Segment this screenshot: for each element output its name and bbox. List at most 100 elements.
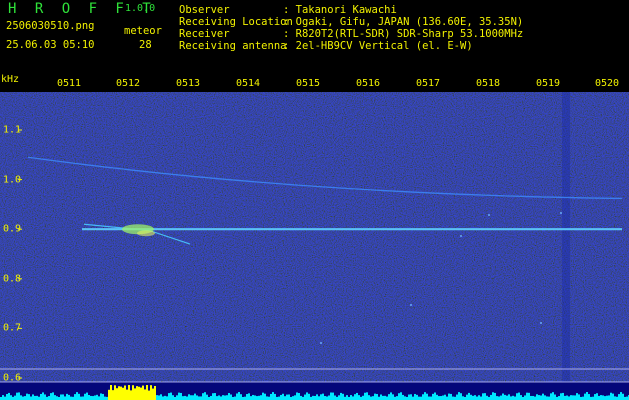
level-bar [340,392,342,400]
level-bar [26,393,28,400]
level-bar [520,395,522,400]
level-bar [120,386,122,400]
freq-tick: 1.1 [3,124,22,136]
level-bar [550,393,552,400]
level-bar [14,395,16,400]
level-bar [552,392,554,400]
level-bar [500,395,502,400]
level-bar [314,395,316,400]
level-bar [612,393,614,400]
level-bar [460,393,462,400]
level-bar [496,396,498,400]
level-bar [414,393,416,400]
level-bar [554,394,556,400]
level-bar [384,395,386,400]
level-bar [308,393,310,400]
interference-stripe [562,92,570,382]
level-bar [240,394,242,400]
level-bar [540,395,542,400]
level-bar [452,396,454,400]
level-bar [124,385,126,400]
level-bar [388,394,390,400]
level-bar [262,392,264,400]
level-bar [304,394,306,400]
level-bar [626,396,628,400]
level-bar [178,392,180,400]
level-bar [20,395,22,400]
time-tick: 0515 [295,78,321,89]
level-bar [86,392,88,400]
freq-tick: 0.8 [3,273,22,285]
level-bar [316,394,318,400]
time-tick: 0519 [535,78,561,89]
level-bar [288,394,290,400]
level-bar [162,396,164,400]
level-bar [56,396,58,400]
level-bar [226,395,228,400]
level-bar [260,395,262,400]
level-bar [408,394,410,400]
level-bar [518,392,520,400]
level-bar [82,396,84,400]
level-bar [508,394,510,400]
level-bar [204,392,206,400]
level-bar [96,394,98,400]
antenna-label: Receiving antenna [179,40,287,52]
level-bar [584,393,586,400]
level-bar [160,394,162,400]
level-bar [264,393,266,400]
level-bar [622,393,624,400]
level-bar [328,395,330,400]
level-bar [218,395,220,400]
level-bar [286,394,288,400]
level-bar [486,395,488,400]
noise-speck [540,322,542,324]
level-bar [22,396,24,400]
capture-datetime: 25.06.03 05:10 [6,39,95,51]
level-bar [272,392,274,400]
level-bar [182,396,184,400]
level-bar [194,393,196,400]
level-bar [492,392,494,400]
level-bar [228,393,230,400]
level-bar [152,388,154,400]
level-bar [60,394,62,400]
level-bar [158,395,160,400]
level-bar [482,393,484,400]
level-bar [372,396,374,400]
level-bar [442,395,444,400]
level-bar [374,393,376,400]
level-bar [410,394,412,400]
level-bar [92,396,94,400]
level-bar [238,392,240,400]
time-tick: 0513 [175,78,201,89]
level-bar [132,385,134,400]
level-bar [558,396,560,400]
level-bar [6,393,8,400]
level-bar [100,393,102,400]
level-bar [212,393,214,400]
level-bar [244,396,246,400]
level-bar [234,396,236,400]
level-bar [216,396,218,400]
level-bar [596,393,598,400]
receiver-label: Receiver [179,28,230,40]
level-bar [62,394,64,400]
level-bar [548,396,550,400]
level-bar [44,394,46,400]
level-bar [440,396,442,400]
level-bar [256,396,258,400]
level-bar [576,393,578,400]
level-bar [422,394,424,400]
level-bar [170,392,172,400]
level-bar [214,393,216,400]
level-bar [382,395,384,400]
level-bar [220,396,222,400]
level-bar [606,395,608,400]
waterfall-noise [0,92,629,382]
level-bar [572,395,574,400]
observer-value: : Takanori Kawachi [283,4,397,16]
level-bar [380,394,382,400]
level-bar [202,393,204,400]
level-bar [250,396,252,400]
